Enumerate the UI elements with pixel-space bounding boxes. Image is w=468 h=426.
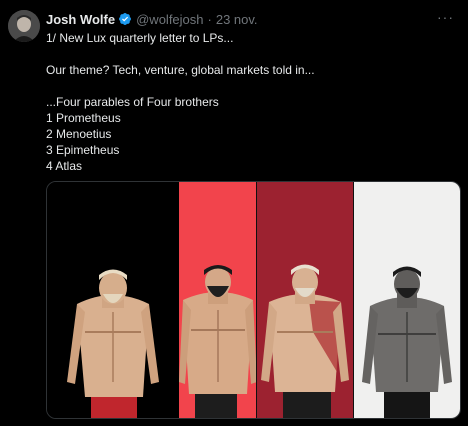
- avatar-image: [8, 10, 40, 42]
- text-line: 4 Atlas: [46, 159, 83, 173]
- text-line: 1/ New Lux quarterly letter to LPs...: [46, 31, 234, 45]
- panel-atlas: [354, 182, 460, 418]
- tweet-date[interactable]: 23 nov.: [216, 12, 258, 27]
- tweet-header: Josh Wolfe @wolfejosh · 23 nov.: [46, 11, 258, 27]
- verified-badge-icon: [119, 13, 132, 25]
- avatar[interactable]: [8, 10, 40, 42]
- atlas-figure: [362, 266, 452, 418]
- tweet[interactable]: Josh Wolfe @wolfejosh · 23 nov. ··· 1/ N…: [0, 0, 468, 426]
- author-name[interactable]: Josh Wolfe: [46, 12, 115, 27]
- text-line: [46, 46, 446, 62]
- panel-epimetheus: [257, 182, 354, 418]
- text-line: 1 Prometheus: [46, 111, 121, 125]
- more-options-icon[interactable]: ···: [437, 9, 454, 25]
- tweet-media-image[interactable]: [46, 181, 461, 419]
- text-line: [46, 78, 446, 94]
- text-line: 2 Menoetius: [46, 127, 112, 141]
- text-line: Our theme? Tech, venture, global markets…: [46, 63, 315, 77]
- text-line: 3 Epimetheus: [46, 143, 120, 157]
- menoetius-figure: [179, 265, 257, 418]
- author-handle[interactable]: @wolfejosh: [136, 12, 203, 27]
- panel-prometheus: [47, 182, 179, 418]
- tweet-text: 1/ New Lux quarterly letter to LPs... Ou…: [46, 30, 446, 174]
- epimetheus-figure: [261, 264, 349, 418]
- meta-separator: ·: [207, 11, 212, 27]
- text-line: ...Four parables of Four brothers: [46, 95, 219, 109]
- panel-menoetius: [179, 182, 257, 418]
- prometheus-figure: [67, 269, 159, 418]
